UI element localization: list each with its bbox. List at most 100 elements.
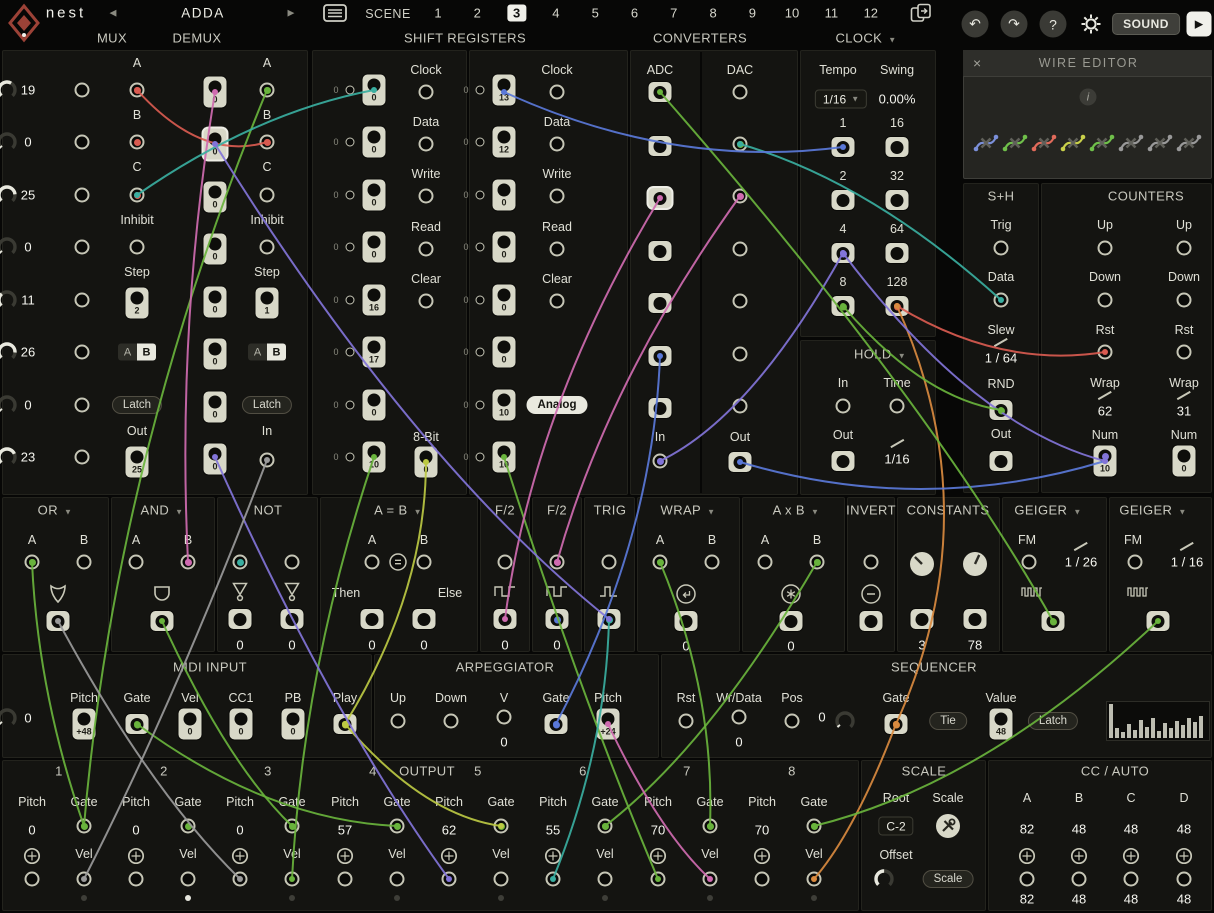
scene-tab-6[interactable]: 6 bbox=[625, 5, 644, 22]
axb-a-port[interactable] bbox=[758, 555, 773, 570]
sr1-in-4[interactable] bbox=[346, 243, 355, 252]
counters-down-port-1[interactable] bbox=[1098, 293, 1113, 308]
mux-in-knob-3[interactable] bbox=[0, 183, 19, 207]
mux-out-box[interactable]: 25 bbox=[126, 447, 149, 478]
wire-color-toggle-1[interactable] bbox=[973, 130, 999, 156]
cc-c-port[interactable] bbox=[1124, 872, 1139, 887]
counters-down-port-2[interactable] bbox=[1177, 293, 1192, 308]
hold-in-port[interactable] bbox=[836, 399, 851, 414]
mux-in-knob-1[interactable] bbox=[0, 78, 19, 102]
headers-or-header-dropdown-arrow-icon[interactable]: ▼ bbox=[64, 508, 72, 517]
seq-value-box[interactable]: 48 bbox=[990, 709, 1013, 740]
demux-step-box[interactable]: 1 bbox=[256, 288, 279, 319]
outputs-vel-port-4[interactable] bbox=[390, 872, 405, 887]
demux-a-port[interactable] bbox=[260, 83, 275, 98]
adc-in-port[interactable] bbox=[653, 454, 668, 469]
outputs-pitch-mod-port-2[interactable] bbox=[127, 847, 145, 865]
midi-pb-box[interactable]: 0 bbox=[282, 709, 305, 740]
outputs-pitch-mod-port-8[interactable] bbox=[753, 847, 771, 865]
demux-out-out-box-6[interactable]: 0 bbox=[204, 339, 227, 370]
mux-in-port-8[interactable] bbox=[75, 450, 90, 465]
aeqb-a-port[interactable] bbox=[365, 555, 380, 570]
demux-out-out-box-3[interactable]: 0 bbox=[204, 182, 227, 213]
outputs-pitch-port-6[interactable] bbox=[546, 872, 561, 887]
mux-in-knob-6[interactable] bbox=[0, 340, 19, 364]
demux-out-out-box-8[interactable]: 0 bbox=[204, 444, 227, 475]
geiger1-fm-port[interactable] bbox=[1022, 555, 1037, 570]
arp-pitch-box[interactable]: +24 bbox=[597, 709, 620, 740]
dac-bit-port-7[interactable] bbox=[733, 399, 748, 414]
midi-vel-box[interactable]: 0 bbox=[179, 709, 202, 740]
outputs-gate-port-4[interactable] bbox=[390, 819, 405, 834]
sr2-analog-button[interactable]: Analog bbox=[527, 396, 588, 414]
headers-and-header-dropdown-arrow-icon[interactable]: ▼ bbox=[175, 508, 183, 517]
not-out-box-2[interactable] bbox=[281, 609, 304, 629]
outputs-pitch-port-1[interactable] bbox=[25, 872, 40, 887]
help-button[interactable]: ? bbox=[1040, 11, 1067, 38]
adc-bit-box-5[interactable] bbox=[649, 346, 672, 366]
clock-tempo-select[interactable]: 1/16▼ bbox=[815, 90, 867, 109]
axb-out-box[interactable] bbox=[780, 611, 803, 631]
outputs-pitch-port-2[interactable] bbox=[129, 872, 144, 887]
wrap-b-port[interactable] bbox=[705, 555, 720, 570]
counters-up-port-2[interactable] bbox=[1177, 241, 1192, 256]
outputs-pitch-mod-port-6[interactable] bbox=[544, 847, 562, 865]
mux-in-knob-2[interactable] bbox=[0, 130, 19, 154]
sr2-cell-7[interactable]: 10 bbox=[493, 390, 516, 421]
demux-out-out-box-4[interactable]: 0 bbox=[204, 234, 227, 265]
sh-data-port[interactable] bbox=[994, 293, 1009, 308]
sr1-in-7[interactable] bbox=[346, 401, 355, 410]
counters-wrap-value-2[interactable]: 31 bbox=[1177, 404, 1191, 419]
sr2-in-2[interactable] bbox=[476, 138, 485, 147]
arp-down-port[interactable] bbox=[444, 714, 459, 729]
demux-inhibit-port[interactable] bbox=[260, 240, 275, 255]
scale-scale-button[interactable]: Scale bbox=[923, 870, 974, 888]
clock-div4-box[interactable] bbox=[832, 243, 855, 263]
sr2-write-port[interactable] bbox=[550, 189, 565, 204]
seq-step-display[interactable] bbox=[1106, 701, 1210, 741]
demux-ab-toggle-b[interactable]: B bbox=[267, 344, 286, 361]
outputs-pitch-port-7[interactable] bbox=[651, 872, 666, 887]
wire-color-toggle-8[interactable] bbox=[1176, 130, 1202, 156]
preset-next-button[interactable]: ▶ bbox=[288, 8, 295, 19]
clock-div32-box[interactable] bbox=[886, 190, 909, 210]
scene-tab-4[interactable]: 4 bbox=[546, 5, 565, 22]
counters-rst-port-2[interactable] bbox=[1177, 345, 1192, 360]
preset-prev-button[interactable]: ◀ bbox=[110, 8, 117, 19]
mux-in-port-7[interactable] bbox=[75, 398, 90, 413]
mux-in-port-2[interactable] bbox=[75, 135, 90, 150]
dac-out-box[interactable] bbox=[729, 452, 752, 472]
demux-c-port[interactable] bbox=[260, 188, 275, 203]
outputs-pitch-mod-port-4[interactable] bbox=[336, 847, 354, 865]
demux-out-out-box-2[interactable]: 0 bbox=[204, 129, 227, 160]
play-button[interactable]: ▶ bbox=[1187, 12, 1212, 37]
and-a-port[interactable] bbox=[129, 555, 144, 570]
seq-rst-port[interactable] bbox=[679, 714, 694, 729]
sr2-cell-5[interactable]: 0 bbox=[493, 285, 516, 316]
outputs-vel-port-8[interactable] bbox=[807, 872, 822, 887]
sr2-data-port[interactable] bbox=[550, 137, 565, 152]
sound-button[interactable]: SOUND bbox=[1112, 13, 1180, 35]
sr2-in-4[interactable] bbox=[476, 243, 485, 252]
sr1-write-port[interactable] bbox=[419, 189, 434, 204]
outputs-gate-port-7[interactable] bbox=[703, 819, 718, 834]
outputs-pitch-mod-port-3[interactable] bbox=[231, 847, 249, 865]
dac-bit-port-4[interactable] bbox=[733, 242, 748, 257]
outputs-vel-port-1[interactable] bbox=[77, 872, 92, 887]
sr1-clear-port[interactable] bbox=[419, 294, 434, 309]
demux-ab-toggle-a[interactable]: A bbox=[248, 344, 267, 361]
or-b-port[interactable] bbox=[77, 555, 92, 570]
sr2-in-1[interactable] bbox=[476, 86, 485, 95]
or-a-port[interactable] bbox=[25, 555, 40, 570]
scene-tab-1[interactable]: 1 bbox=[428, 5, 447, 22]
headers-wrap-header-dropdown-arrow-icon[interactable]: ▼ bbox=[707, 508, 715, 517]
sr1-in-1[interactable] bbox=[346, 86, 355, 95]
scene-copy-icon[interactable] bbox=[910, 3, 936, 23]
clock-div1-box[interactable] bbox=[832, 137, 855, 157]
wrap-a-port[interactable] bbox=[653, 555, 668, 570]
wire-color-toggle-2[interactable] bbox=[1002, 130, 1028, 156]
midi-cc1-box[interactable]: 0 bbox=[230, 709, 253, 740]
mux-in-port-3[interactable] bbox=[75, 188, 90, 203]
outputs-pitch-mod-port-1[interactable] bbox=[23, 847, 41, 865]
constants-out-box-1[interactable] bbox=[911, 609, 934, 629]
